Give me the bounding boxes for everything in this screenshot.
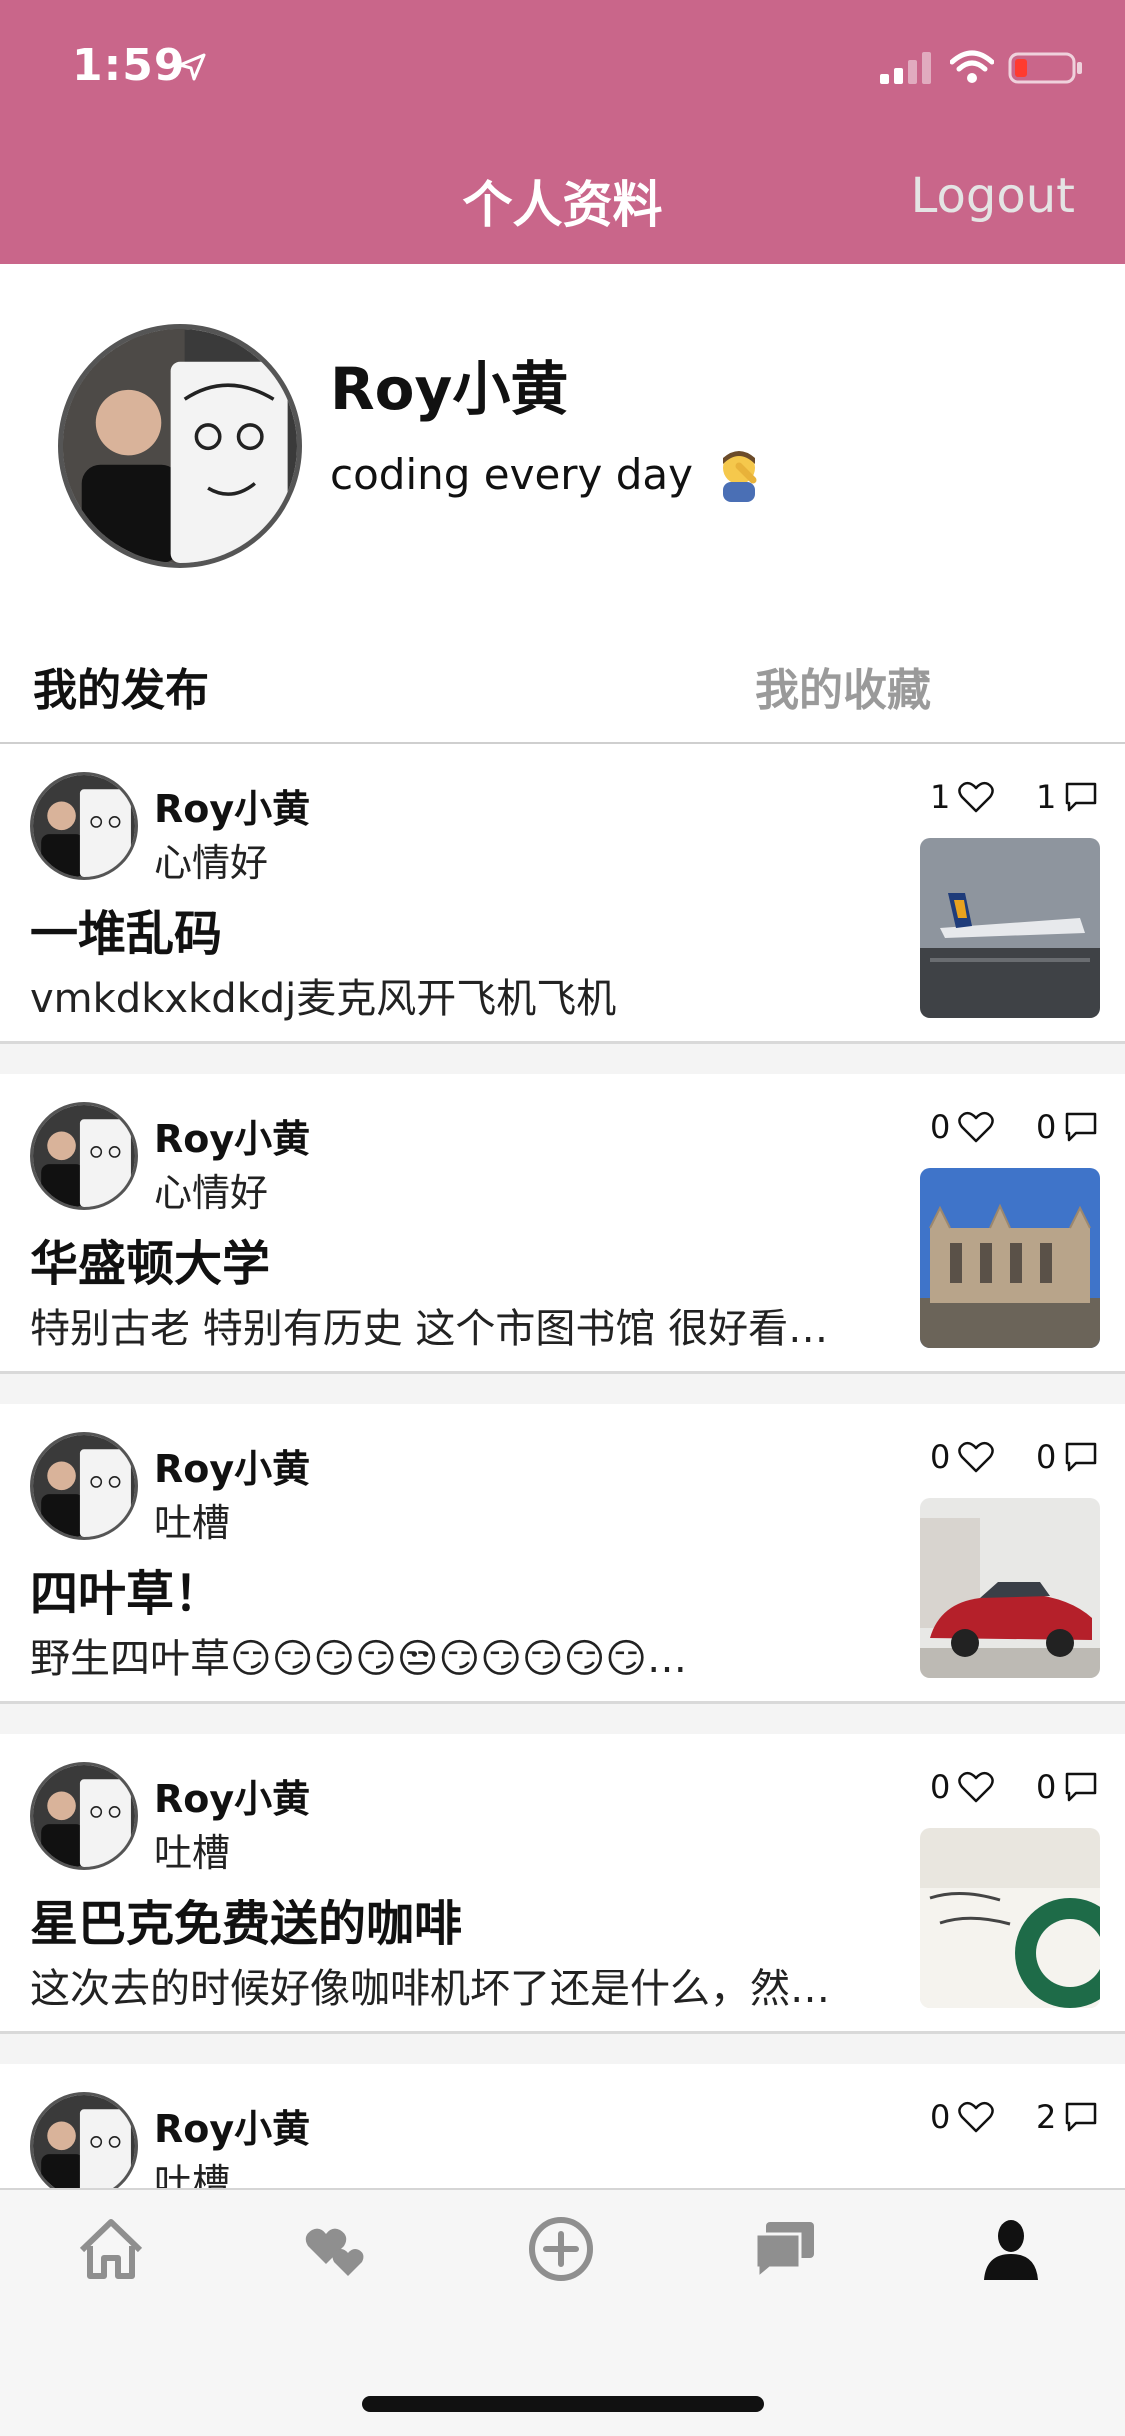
comment-icon bbox=[1066, 1772, 1097, 1802]
post-feed[interactable]: Roy小黄 心情好 一堆乱码 vmkdkxkdkdj麦克风开飞机飞机 1 1 R… bbox=[0, 744, 1125, 2188]
comment-count-value: 1 bbox=[1036, 778, 1057, 816]
home-indicator bbox=[362, 2396, 764, 2412]
post-title: 华盛顿大学 bbox=[30, 1236, 271, 1292]
post-mood: 吐槽 bbox=[154, 2161, 231, 2188]
post-mood: 心情好 bbox=[154, 841, 269, 885]
comment-count[interactable]: 0 bbox=[1036, 1438, 1098, 1476]
location-arrow-icon bbox=[178, 53, 206, 81]
like-count[interactable]: 0 bbox=[930, 1438, 995, 1476]
like-count[interactable]: 1 bbox=[930, 778, 995, 816]
library-photo bbox=[920, 1168, 1100, 1348]
post-username: Roy小黄 bbox=[154, 2107, 311, 2151]
logout-button[interactable]: Logout bbox=[911, 168, 1075, 224]
post-card[interactable]: Roy小黄 心情好 华盛顿大学 特别古老 特别有历史 这个市图书馆 很好看… 0… bbox=[0, 1074, 1125, 1374]
wifi-icon bbox=[950, 50, 994, 83]
comment-count[interactable]: 1 bbox=[1036, 778, 1098, 816]
profile-bio: coding every day bbox=[330, 444, 769, 504]
post-card[interactable]: Roy小黄 吐槽 0 2 bbox=[0, 2064, 1125, 2188]
post-mood: 吐槽 bbox=[154, 1501, 231, 1545]
comment-icon bbox=[1066, 2102, 1097, 2132]
heart-icon bbox=[958, 2101, 995, 2133]
hearts-icon[interactable] bbox=[300, 2214, 370, 2284]
like-count-value: 0 bbox=[930, 2098, 951, 2136]
comment-count-value: 0 bbox=[1036, 1768, 1057, 1806]
avatar-image bbox=[33, 2095, 135, 2188]
heart-icon bbox=[958, 781, 995, 813]
post-username: Roy小黄 bbox=[154, 1447, 311, 1491]
post-title: 星巴克免费送的咖啡 bbox=[30, 1896, 463, 1952]
post-thumbnail[interactable] bbox=[920, 1168, 1100, 1348]
comment-icon bbox=[1066, 1442, 1097, 1472]
avatar-image bbox=[33, 1105, 135, 1207]
cellular-signal-icon bbox=[880, 52, 931, 84]
post-excerpt: vmkdkxkdkdj麦克风开飞机飞机 bbox=[30, 976, 617, 1022]
post-username: Roy小黄 bbox=[154, 1117, 311, 1161]
top-bar: 1:59 个人资料 Logout bbox=[0, 0, 1125, 264]
heart-icon bbox=[958, 1111, 995, 1143]
post-avatar[interactable] bbox=[30, 2092, 138, 2188]
post-avatar[interactable] bbox=[30, 1432, 138, 1540]
like-count-value: 0 bbox=[930, 1108, 951, 1146]
post-card[interactable]: Roy小黄 吐槽 星巴克免费送的咖啡 这次去的时候好像咖啡机坏了还是什么，然… … bbox=[0, 1734, 1125, 2034]
post-card[interactable]: Roy小黄 吐槽 四叶草！ 野生四叶草😏😏😏😏😒😏😏😏😏😏… 0 0 bbox=[0, 1404, 1125, 1704]
post-avatar[interactable] bbox=[30, 772, 138, 880]
comment-count[interactable]: 2 bbox=[1036, 2098, 1098, 2136]
profile-tabs: 我的发布 我的收藏 bbox=[0, 624, 1125, 744]
like-count[interactable]: 0 bbox=[930, 1768, 995, 1806]
post-thumbnail[interactable] bbox=[920, 838, 1100, 1018]
comment-icon bbox=[1066, 1112, 1097, 1142]
comment-count-value: 0 bbox=[1036, 1108, 1057, 1146]
comment-icon bbox=[1066, 782, 1097, 812]
profile-bio-text: coding every day bbox=[330, 449, 694, 499]
status-time: 1:59 bbox=[72, 40, 186, 91]
comment-count[interactable]: 0 bbox=[1036, 1108, 1098, 1146]
tab-my-posts[interactable]: 我的发布 bbox=[0, 654, 562, 718]
avatar-image bbox=[63, 329, 297, 563]
profile-icon[interactable] bbox=[976, 2214, 1046, 2284]
post-avatar[interactable] bbox=[30, 1102, 138, 1210]
like-count-value: 0 bbox=[930, 1438, 951, 1476]
comment-count[interactable]: 0 bbox=[1036, 1768, 1098, 1806]
heart-icon bbox=[958, 1771, 995, 1803]
tab-label: 我的收藏 bbox=[755, 665, 931, 716]
like-count[interactable]: 0 bbox=[930, 1108, 995, 1146]
heart-icon bbox=[958, 1441, 995, 1473]
avatar-image bbox=[33, 1765, 135, 1867]
post-excerpt: 这次去的时候好像咖啡机坏了还是什么，然… bbox=[30, 1966, 830, 2012]
comment-count-value: 2 bbox=[1036, 2098, 1057, 2136]
starbucks-card-photo bbox=[920, 1828, 1100, 2008]
profile-avatar[interactable] bbox=[58, 324, 302, 568]
tab-label: 我的发布 bbox=[33, 665, 209, 716]
airplane-photo bbox=[920, 838, 1100, 1018]
post-username: Roy小黄 bbox=[154, 1777, 311, 1821]
home-icon[interactable] bbox=[76, 2214, 146, 2284]
avatar-image bbox=[33, 1435, 135, 1537]
post-mood: 心情好 bbox=[154, 1171, 269, 1215]
avatar-image bbox=[33, 775, 135, 877]
tab-my-favorites[interactable]: 我的收藏 bbox=[562, 654, 1124, 718]
post-title: 一堆乱码 bbox=[30, 906, 223, 962]
facepalm-emoji-icon bbox=[723, 451, 757, 502]
messages-icon[interactable] bbox=[750, 2214, 820, 2284]
like-count[interactable]: 0 bbox=[930, 2098, 995, 2136]
post-excerpt: 野生四叶草😏😏😏😏😒😏😏😏😏😏… bbox=[30, 1636, 687, 1682]
car-photo bbox=[920, 1498, 1100, 1678]
post-username: Roy小黄 bbox=[154, 787, 311, 831]
post-thumbnail[interactable] bbox=[920, 1828, 1100, 2008]
post-title: 四叶草！ bbox=[30, 1566, 223, 1622]
post-card[interactable]: Roy小黄 心情好 一堆乱码 vmkdkxkdkdj麦克风开飞机飞机 1 1 bbox=[0, 744, 1125, 1044]
battery-icon bbox=[1008, 52, 1082, 84]
post-avatar[interactable] bbox=[30, 1762, 138, 1870]
profile-header: Roy小黄 coding every day bbox=[0, 264, 1125, 624]
post-mood: 吐槽 bbox=[154, 1831, 231, 1875]
like-count-value: 1 bbox=[930, 778, 951, 816]
post-excerpt: 特别古老 特别有历史 这个市图书馆 很好看… bbox=[30, 1306, 829, 1352]
post-thumbnail[interactable] bbox=[920, 1498, 1100, 1678]
like-count-value: 0 bbox=[930, 1768, 951, 1806]
profile-name: Roy小黄 bbox=[330, 355, 569, 423]
comment-count-value: 0 bbox=[1036, 1438, 1057, 1476]
add-circle-icon[interactable] bbox=[526, 2214, 596, 2284]
